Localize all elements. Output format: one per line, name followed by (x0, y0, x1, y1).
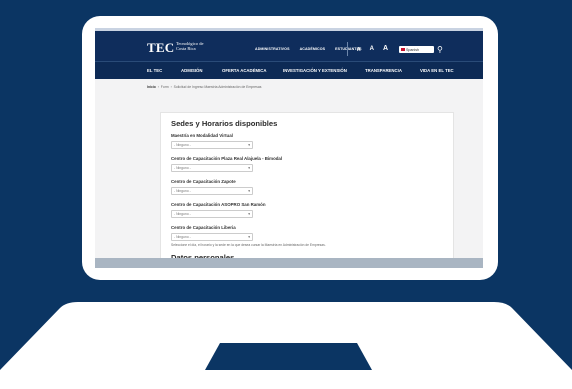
select-value: - Ninguno - (174, 143, 191, 147)
search-icon[interactable]: ⚲ (437, 45, 443, 54)
chevron-down-icon: ▾ (248, 143, 250, 147)
main-nav-item[interactable]: EL TEC (147, 68, 162, 73)
language-label: Spanish (406, 47, 419, 52)
chevron-right-icon: › (169, 85, 173, 89)
field-label: Maestría en Modalidad Virtual (171, 133, 233, 138)
select-value: - Ninguno - (174, 235, 191, 239)
font-size-medium-button[interactable]: A (370, 46, 374, 53)
main-nav-item[interactable]: OFERTA ACADÉMICA (222, 68, 266, 73)
font-size-small-button[interactable]: A (357, 47, 361, 53)
breadcrumb-home[interactable]: Inicio (147, 85, 156, 89)
select-liberia[interactable]: - Ninguno - ▾ (171, 233, 253, 241)
chevron-down-icon: ▾ (248, 189, 250, 193)
select-san-ramon[interactable]: - Ninguno - ▾ (171, 210, 253, 218)
chevron-down-icon: ▾ (248, 235, 250, 239)
chevron-down-icon: ▾ (248, 212, 250, 216)
screen-footer (95, 258, 483, 268)
site-logo[interactable]: TEC (147, 40, 174, 56)
top-nav-item[interactable]: ACADÉMICOS (300, 47, 326, 51)
select-value: - Ninguno - (174, 166, 191, 170)
main-nav-item[interactable]: INVESTIGACIÓN Y EXTENSIÓN (283, 68, 347, 73)
breadcrumb-item: Solicitud de Ingreso Maestría Administra… (173, 85, 262, 89)
screen: TEC Tecnológico de Costa Rica ADMINISTRA… (95, 28, 483, 268)
breadcrumb: Inicio › Form › Solicitud de Ingreso Mae… (147, 85, 261, 89)
chevron-down-icon: ▾ (248, 166, 250, 170)
top-nav: ADMINISTRATIVOS ACADÉMICOS ESTUDIANTES (255, 47, 362, 51)
flag-icon (401, 48, 405, 51)
help-text: Seleccione el día, el horario y la sede … (171, 243, 326, 247)
field-label: Centro de Capacitación Zapote (171, 179, 236, 184)
form-card: Sedes y Horarios disponibles Maestría en… (160, 112, 454, 268)
language-select[interactable]: Spanish (399, 46, 434, 53)
form-section-title: Sedes y Horarios disponibles (171, 119, 278, 128)
main-nav-item[interactable]: ADMISIÓN (181, 68, 203, 73)
top-nav-item[interactable]: ADMINISTRATIVOS (255, 47, 290, 51)
font-size-large-button[interactable]: A (383, 45, 388, 53)
chevron-right-icon: › (156, 85, 160, 89)
font-size-controls: A A A (357, 45, 388, 53)
select-alajuela[interactable]: - Ninguno - ▾ (171, 164, 253, 172)
trackpad (205, 343, 372, 370)
laptop-base (0, 302, 572, 389)
divider (347, 42, 348, 56)
field-label: Centro de Capacitación ASOPRO San Ramón (171, 202, 266, 207)
field-label: Centro de Capacitación Plaza Real Alajue… (171, 156, 283, 161)
site-header: TEC Tecnológico de Costa Rica ADMINISTRA… (95, 28, 483, 61)
main-nav: EL TEC ADMISIÓN OFERTA ACADÉMICA INVESTI… (95, 61, 483, 79)
select-virtual[interactable]: - Ninguno - ▾ (171, 141, 253, 149)
site-logo-subtitle: Tecnológico de Costa Rica (176, 41, 204, 51)
select-value: - Ninguno - (174, 212, 191, 216)
field-label: Centro de Capacitación Liberia (171, 225, 236, 230)
main-nav-item[interactable]: TRANSPARENCIA (365, 68, 402, 73)
select-zapote[interactable]: - Ninguno - ▾ (171, 187, 253, 195)
select-value: - Ninguno - (174, 189, 191, 193)
main-nav-item[interactable]: VIDA EN EL TEC (420, 68, 454, 73)
breadcrumb-item[interactable]: Form (161, 85, 169, 89)
